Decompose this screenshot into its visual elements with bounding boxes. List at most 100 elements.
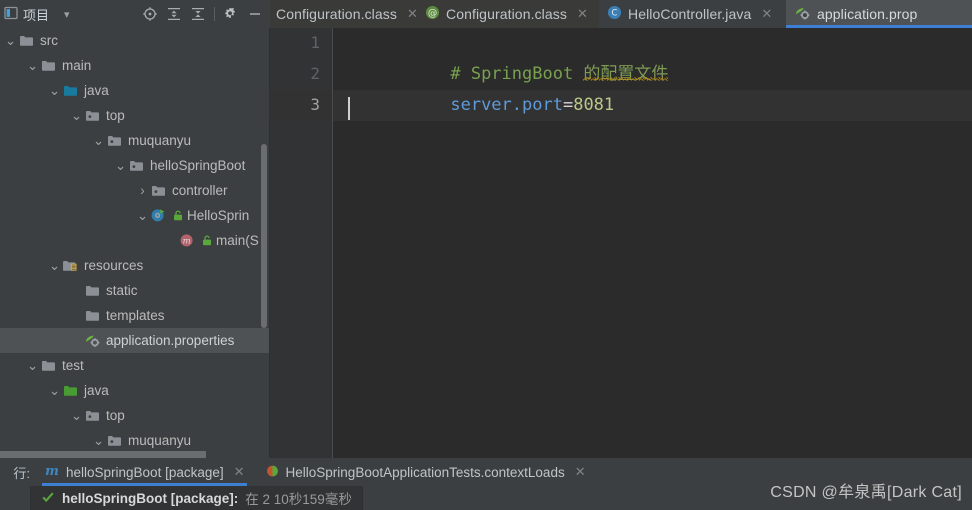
editor-tab-configuration-class-2[interactable]: @ Configuration.class ✕: [417, 0, 599, 28]
editor-gutter[interactable]: 1 2 3: [270, 28, 332, 458]
tree-node-application-properties[interactable]: application.properties: [0, 328, 270, 353]
tree-node-src[interactable]: ⌄ src: [0, 28, 270, 53]
resource-folder-icon: [61, 259, 79, 272]
package-icon: [105, 134, 123, 147]
tree-node-test[interactable]: ⌄ test: [0, 353, 270, 378]
editor-tab-configuration-class-1[interactable]: Configuration.class ✕: [270, 0, 418, 28]
run-line-label: 行:: [13, 465, 30, 481]
code-text[interactable]: # SpringBoot 的配置文件 server.port=8081: [348, 28, 972, 183]
package-icon: [83, 409, 101, 422]
project-tree[interactable]: ⌄ src ⌄ main ⌄ java ⌄ top ⌄ muquanyu ⌄ h…: [0, 28, 270, 458]
editor-tab-close-icon[interactable]: ✕: [761, 6, 772, 22]
run-result-row[interactable]: helloSpringBoot [package]: 在 2 10秒159毫秒: [31, 486, 362, 510]
chevron-down-icon[interactable]: ⌄: [70, 408, 83, 424]
chevron-down-icon[interactable]: ⌄: [26, 358, 39, 374]
spring-properties-icon: [83, 333, 101, 348]
editor-tab-application-properties[interactable]: application.prop: [786, 0, 972, 28]
tree-node-java-test[interactable]: ⌄ java: [0, 378, 270, 403]
locate-icon[interactable]: [139, 3, 161, 25]
run-tab-label: helloSpringBoot [package]: [66, 464, 224, 480]
tree-node-label: main: [62, 58, 92, 73]
tree-node-label: java: [84, 83, 109, 98]
code-line-2: server.port=8081: [348, 59, 614, 152]
property-equals: =: [562, 95, 574, 115]
chevron-down-icon[interactable]: ▾: [54, 8, 70, 21]
tree-node-static[interactable]: static: [0, 278, 270, 303]
chevron-down-icon[interactable]: ⌄: [4, 33, 17, 49]
run-result-detail: 在 2 10秒159毫秒: [245, 492, 352, 507]
run-output-area: [361, 486, 972, 510]
gutter-current-line-bg: [270, 90, 332, 121]
tree-node-label: HelloSprin: [187, 208, 250, 223]
chevron-down-icon[interactable]: ⌄: [92, 433, 105, 449]
chevron-down-icon[interactable]: ⌄: [136, 208, 149, 224]
chevron-down-icon[interactable]: ⌄: [114, 158, 127, 174]
folder-icon: [39, 359, 57, 372]
tree-node-main[interactable]: ⌄ main: [0, 53, 270, 78]
tree-node-controller[interactable]: › controller: [0, 178, 270, 203]
run-output-body: helloSpringBoot [package]: 在 2 10秒159毫秒: [0, 486, 972, 510]
run-tab-close-icon[interactable]: ✕: [234, 464, 245, 480]
chevron-right-icon[interactable]: ›: [136, 183, 149, 198]
settings-gear-icon[interactable]: [220, 3, 242, 25]
ide-window: 项目 ▾ Configuration.class ✕ @ Configurati…: [0, 0, 972, 510]
chevron-down-icon[interactable]: ⌄: [48, 83, 61, 99]
maven-m-icon: m: [44, 463, 60, 481]
tree-hscrollbar-thumb[interactable]: [0, 451, 206, 458]
run-tab-hellospringboot-package[interactable]: m helloSpringBoot [package] ✕: [34, 458, 255, 486]
test-source-folder-icon: [61, 384, 79, 397]
line-number-3: 3: [310, 95, 320, 114]
run-tab-label: HelloSpringBootApplicationTests.contextL…: [285, 464, 565, 480]
editor-tab-label: HelloController.java: [628, 6, 752, 22]
chevron-down-icon[interactable]: ⌄: [26, 58, 39, 74]
tree-node-main-method[interactable]: m main(S: [0, 228, 270, 253]
hide-toolwindow-icon[interactable]: [244, 3, 266, 25]
chevron-down-icon[interactable]: ⌄: [70, 108, 83, 124]
spring-properties-icon: [794, 5, 811, 24]
text-caret: [348, 97, 350, 120]
tree-node-muquanyu-main[interactable]: ⌄ muquanyu: [0, 128, 270, 153]
folder-icon: [39, 59, 57, 72]
project-title-group[interactable]: 项目 ▾: [2, 5, 70, 24]
tree-vscrollbar-thumb[interactable]: [261, 144, 267, 328]
tree-node-resources[interactable]: ⌄ resources: [0, 253, 270, 278]
main-area: ⌄ src ⌄ main ⌄ java ⌄ top ⌄ muquanyu ⌄ h…: [0, 28, 972, 458]
tree-node-java-main[interactable]: ⌄ java: [0, 78, 270, 103]
run-tab-contextloads[interactable]: HelloSpringBootApplicationTests.contextL…: [255, 458, 596, 486]
package-icon: [83, 109, 101, 122]
project-toolwindow-icon: [4, 6, 18, 23]
svg-text:@: @: [428, 8, 437, 19]
chevron-down-icon[interactable]: ⌄: [92, 133, 105, 149]
tree-node-label: static: [106, 283, 138, 298]
line-number-1: 1: [310, 33, 320, 52]
folder-icon: [17, 34, 35, 47]
run-tab-close-icon[interactable]: ✕: [575, 464, 586, 480]
tree-node-top-main[interactable]: ⌄ top: [0, 103, 270, 128]
svg-text:m: m: [45, 464, 59, 478]
collapse-all-icon[interactable]: [187, 3, 209, 25]
tree-node-label: muquanyu: [128, 133, 192, 148]
svg-text:m: m: [182, 237, 190, 247]
tree-node-label: main(S: [216, 233, 259, 248]
tree-node-label: controller: [172, 183, 228, 198]
tree-node-label: resources: [84, 258, 144, 273]
tree-node-templates[interactable]: templates: [0, 303, 270, 328]
tree-node-hellospringboot[interactable]: ⌄ helloSpringBoot: [0, 153, 270, 178]
editor-tab-hellocontroller-java[interactable]: C HelloController.java ✕: [599, 0, 786, 28]
tree-node-top-test[interactable]: ⌄ top: [0, 403, 270, 428]
editor-tab-label: Configuration.class: [446, 6, 567, 22]
editor-tab-close-icon[interactable]: ✕: [577, 6, 588, 22]
chevron-down-icon[interactable]: ⌄: [48, 258, 61, 274]
expand-all-icon[interactable]: [163, 3, 185, 25]
java-class-icon: C: [607, 5, 622, 23]
tree-node-label: templates: [106, 308, 165, 323]
svg-text:C: C: [612, 8, 618, 18]
code-editor[interactable]: 1 2 3 # SpringBoot 的配置文件 server.port=808…: [270, 28, 972, 458]
chevron-down-icon[interactable]: ⌄: [48, 383, 61, 399]
source-folder-icon: [61, 84, 79, 97]
property-value: 8081: [573, 95, 615, 115]
tree-node-label: application.properties: [106, 333, 235, 348]
tree-node-hellospringbootapplication[interactable]: ⌄ HelloSprin: [0, 203, 270, 228]
tree-node-muquanyu-test[interactable]: ⌄ muquanyu: [0, 428, 270, 453]
public-lock-icon: [172, 210, 184, 221]
